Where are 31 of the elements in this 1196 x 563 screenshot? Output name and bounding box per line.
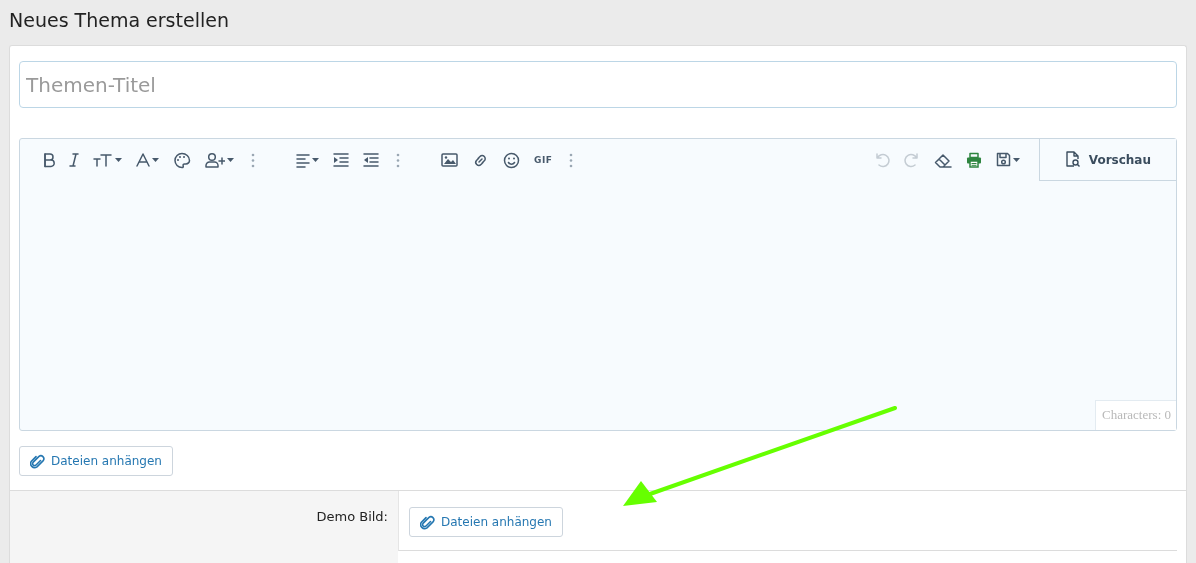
undo-icon — [873, 151, 890, 169]
title-input-field[interactable]: Themen-Titel — [19, 61, 1177, 108]
user-plus-icon — [205, 151, 225, 169]
document-search-icon — [1064, 151, 1081, 168]
more-icon — [569, 151, 574, 169]
palette-icon — [173, 151, 191, 169]
printer-icon — [965, 151, 982, 169]
outdent-icon — [363, 151, 379, 169]
letter-a-icon — [136, 151, 150, 169]
floppy-disk-icon — [995, 151, 1011, 169]
image-icon — [441, 151, 458, 169]
paperclip-icon — [30, 453, 45, 469]
attach-files-button[interactable]: Dateien anhängen — [409, 507, 563, 537]
gif-button[interactable]: GIF — [527, 147, 560, 173]
more-icon — [396, 151, 400, 169]
smiley-icon — [503, 151, 520, 169]
preview-button[interactable]: Vorschau — [1038, 139, 1176, 181]
character-counter: Characters: 0 — [1095, 400, 1176, 430]
redo-icon — [903, 151, 920, 169]
attach-files-button[interactable]: Dateien anhängen — [19, 446, 173, 476]
page-title: Neues Thema erstellen — [9, 8, 230, 33]
field-label: Demo Bild: — [316, 509, 388, 526]
italic-icon — [69, 151, 79, 169]
eraser-icon — [933, 151, 952, 169]
indent-icon — [333, 151, 349, 169]
paperclip-icon — [420, 514, 435, 530]
editor-area[interactable]: GIF Vorschau Characters: 0 — [19, 138, 1177, 431]
align-left-icon — [296, 151, 310, 169]
more-icon — [251, 151, 255, 169]
text-size-icon — [93, 151, 113, 169]
bold-icon — [43, 151, 55, 169]
